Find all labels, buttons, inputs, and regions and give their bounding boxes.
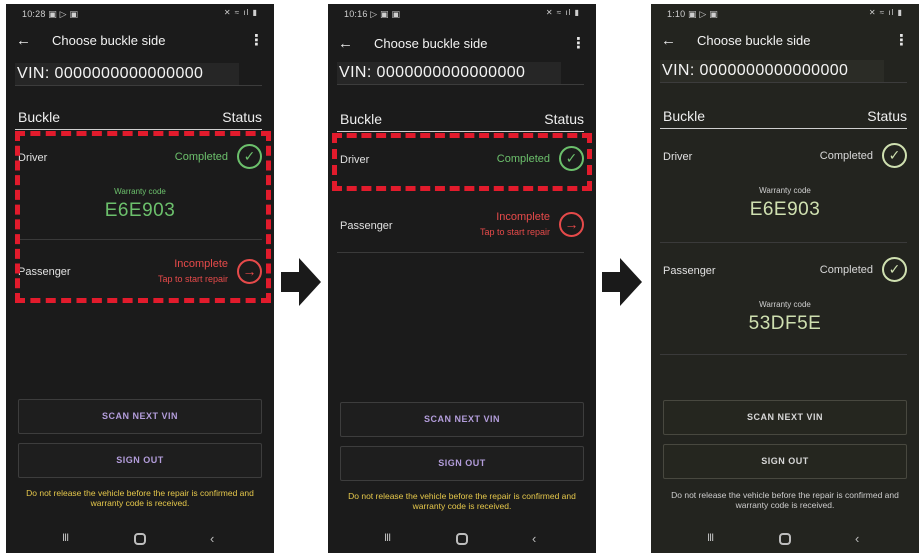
row-divider bbox=[660, 242, 907, 243]
status-text: Completed bbox=[819, 150, 873, 162]
status-subtext: Tap to start repair bbox=[479, 227, 550, 237]
buckle-row-passenger[interactable]: Passenger Completed ✓ Warranty code 53DF… bbox=[651, 256, 919, 352]
buckle-side-label: Passenger bbox=[340, 220, 393, 232]
buckle-header: Buckle bbox=[340, 111, 383, 127]
page-title: Choose buckle side bbox=[374, 36, 488, 51]
status-bar: 10:28 ▣ ▷ ▣ ✕ ≈ ıl ▮ bbox=[6, 4, 274, 24]
home-icon[interactable] bbox=[456, 533, 468, 545]
status-header: Status bbox=[222, 109, 262, 125]
system-icons: ✕ ≈ ıl ▮ bbox=[868, 8, 903, 17]
arrow-left-icon[interactable]: ← bbox=[338, 35, 353, 52]
arrow-left-icon[interactable]: ← bbox=[16, 32, 31, 49]
vin-field: VIN: 0000000000000000 bbox=[15, 63, 239, 85]
buckle-row-driver[interactable]: Driver Completed ✓ Warranty code E6E903 bbox=[651, 142, 919, 238]
app-bar: ← Choose buckle side ⋮ bbox=[6, 30, 274, 54]
warranty-code-label: Warranty code bbox=[759, 186, 811, 195]
buckle-side-label: Driver bbox=[663, 151, 693, 163]
recents-icon[interactable]: III bbox=[707, 532, 714, 544]
sign-out-button[interactable]: SIGN OUT bbox=[663, 444, 907, 479]
buckle-header: Buckle bbox=[663, 108, 706, 124]
recents-icon[interactable]: III bbox=[384, 532, 391, 544]
warranty-code-label: Warranty code bbox=[759, 300, 811, 309]
phone-screen-1: 10:28 ▣ ▷ ▣ ✕ ≈ ıl ▮ ← Choose buckle sid… bbox=[6, 4, 274, 553]
sign-out-button[interactable]: SIGN OUT bbox=[340, 446, 584, 481]
status-bar: 1:10 ▣ ▷ ▣ ✕ ≈ ıl ▮ bbox=[651, 4, 919, 24]
clock: 10:28 ▣ ▷ ▣ bbox=[22, 9, 79, 19]
status-bar: 10:16 ▷ ▣ ▣ ✕ ≈ ıl ▮ bbox=[328, 4, 596, 24]
system-nav-bar: III ‹ bbox=[328, 529, 596, 549]
buckle-header: Buckle bbox=[18, 109, 61, 125]
divider bbox=[337, 84, 584, 85]
status-text: Completed bbox=[819, 264, 873, 276]
black-arrow-right-icon bbox=[602, 258, 642, 306]
table-header: Buckle Status bbox=[663, 105, 907, 127]
check-circle-icon: ✓ bbox=[882, 143, 907, 168]
scan-next-vin-button[interactable]: SCAN NEXT VIN bbox=[340, 402, 584, 437]
clock: 1:10 ▣ ▷ ▣ bbox=[667, 9, 718, 19]
back-icon[interactable]: ‹ bbox=[532, 531, 536, 546]
sign-out-button[interactable]: SIGN OUT bbox=[18, 443, 262, 478]
warranty-code-value: E6E903 bbox=[749, 199, 821, 220]
scan-next-vin-button[interactable]: SCAN NEXT VIN bbox=[18, 399, 262, 434]
highlight-box bbox=[15, 131, 271, 303]
black-arrow-right-icon bbox=[281, 258, 321, 306]
recents-icon[interactable]: III bbox=[62, 532, 69, 544]
more-vert-icon[interactable]: ⋮ bbox=[249, 31, 264, 49]
vin-field: VIN: 0000000000000000 bbox=[660, 60, 884, 82]
more-vert-icon[interactable]: ⋮ bbox=[894, 31, 909, 49]
system-icons: ✕ ≈ ıl ▮ bbox=[223, 8, 258, 17]
vin-field: VIN: 0000000000000000 bbox=[337, 62, 561, 84]
back-icon[interactable]: ‹ bbox=[210, 531, 214, 546]
back-icon[interactable]: ‹ bbox=[855, 531, 859, 546]
more-vert-icon[interactable]: ⋮ bbox=[571, 34, 586, 52]
status-text: Incomplete bbox=[496, 211, 550, 223]
header-divider bbox=[660, 128, 907, 129]
app-bar: ← Choose buckle side ⋮ bbox=[651, 30, 919, 54]
header-divider bbox=[15, 129, 262, 130]
status-header: Status bbox=[544, 111, 584, 127]
status-header: Status bbox=[867, 108, 907, 124]
row-divider bbox=[660, 354, 907, 355]
home-icon[interactable] bbox=[134, 533, 146, 545]
warning-note: Do not release the vehicle before the re… bbox=[26, 488, 254, 508]
phone-screen-2: 10:16 ▷ ▣ ▣ ✕ ≈ ıl ▮ ← Choose buckle sid… bbox=[328, 4, 596, 553]
highlight-box bbox=[332, 133, 592, 191]
arrow-right-circle-icon: → bbox=[559, 212, 584, 237]
scan-next-vin-button[interactable]: SCAN NEXT VIN bbox=[663, 400, 907, 435]
phone-screen-3: 1:10 ▣ ▷ ▣ ✕ ≈ ıl ▮ ← Choose buckle side… bbox=[651, 4, 919, 553]
warning-note: Do not release the vehicle before the re… bbox=[348, 491, 576, 511]
header-divider bbox=[337, 131, 584, 132]
buckle-side-label: Passenger bbox=[663, 265, 716, 277]
warning-note: Do not release the vehicle before the re… bbox=[671, 490, 899, 510]
divider bbox=[660, 82, 907, 83]
page-title: Choose buckle side bbox=[52, 33, 166, 48]
system-nav-bar: III ‹ bbox=[651, 529, 919, 549]
warranty-code-value: 53DF5E bbox=[748, 313, 822, 334]
app-bar: ← Choose buckle side ⋮ bbox=[328, 33, 596, 57]
divider bbox=[15, 85, 262, 86]
arrow-left-icon[interactable]: ← bbox=[661, 32, 676, 49]
page-title: Choose buckle side bbox=[697, 33, 811, 48]
clock: 10:16 ▷ ▣ ▣ bbox=[344, 9, 401, 19]
system-nav-bar: III ‹ bbox=[6, 529, 274, 549]
table-header: Buckle Status bbox=[340, 108, 584, 130]
system-icons: ✕ ≈ ıl ▮ bbox=[545, 8, 580, 17]
buckle-row-passenger[interactable]: Passenger Incomplete Tap to start repair… bbox=[328, 207, 596, 251]
check-circle-icon: ✓ bbox=[882, 257, 907, 282]
home-icon[interactable] bbox=[779, 533, 791, 545]
row-divider bbox=[337, 252, 584, 253]
table-header: Buckle Status bbox=[18, 106, 262, 128]
